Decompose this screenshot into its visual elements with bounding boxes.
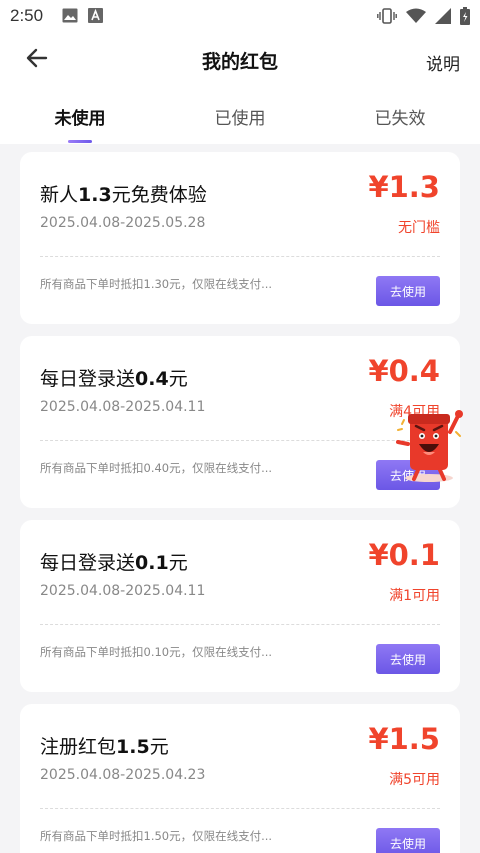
active-tab-indicator bbox=[68, 140, 92, 143]
battery-icon bbox=[460, 7, 470, 29]
coupon-card: 注册红包1.5元 2025.04.08-2025.04.23 ¥1.5 满5可用… bbox=[20, 704, 460, 853]
dashed-divider bbox=[40, 808, 440, 809]
coupon-validity: 2025.04.08-2025.05.28 bbox=[40, 215, 206, 231]
coupon-description: 所有商品下单时抵扣0.40元，仅限在线支付... bbox=[40, 461, 273, 475]
signal-icon bbox=[435, 8, 451, 28]
tab-used[interactable]: 已使用 bbox=[160, 104, 320, 129]
help-link[interactable]: 说明 bbox=[426, 50, 460, 75]
coupon-description: 所有商品下单时抵扣1.50元，仅限在线支付... bbox=[40, 829, 273, 843]
page-title: 我的红包 bbox=[201, 51, 278, 73]
coupon-amount: ¥1.3 bbox=[368, 170, 440, 204]
status-bar: 2:50 bbox=[0, 0, 480, 32]
coupon-name: 每日登录送0.1元 bbox=[40, 552, 188, 574]
coupon-condition: 满5可用 bbox=[389, 772, 440, 788]
tab-unused[interactable]: 未使用 bbox=[0, 104, 160, 129]
coupon-condition: 满1可用 bbox=[389, 588, 440, 604]
coupon-name: 每日登录送0.4元 bbox=[40, 368, 188, 390]
dashed-divider bbox=[40, 256, 440, 257]
dashed-divider bbox=[40, 624, 440, 625]
coupon-amount: ¥1.5 bbox=[368, 722, 440, 756]
coupon-name: 注册红包1.5元 bbox=[40, 736, 169, 758]
coupon-description: 所有商品下单时抵扣1.30元，仅限在线支付... bbox=[40, 277, 273, 291]
coupon-amount: ¥0.4 bbox=[368, 354, 440, 388]
coupon-validity: 2025.04.08-2025.04.11 bbox=[40, 399, 206, 415]
use-coupon-button[interactable]: 去使用 bbox=[376, 276, 440, 306]
coupon-validity: 2025.04.08-2025.04.23 bbox=[40, 767, 206, 783]
status-time: 2:50 bbox=[10, 6, 44, 25]
wifi-icon bbox=[406, 8, 426, 28]
gallery-icon bbox=[62, 8, 78, 27]
coupon-name: 新人1.3元免费体验 bbox=[40, 184, 207, 206]
coupon-condition: 无门槛 bbox=[398, 220, 440, 236]
coupon-validity: 2025.04.08-2025.04.11 bbox=[40, 583, 206, 599]
coupon-card: 新人1.3元免费体验 2025.04.08-2025.05.28 ¥1.3 无门… bbox=[20, 152, 460, 324]
top-app-bar: 我的红包 说明 bbox=[0, 32, 480, 88]
vibrate-icon bbox=[377, 8, 397, 28]
use-coupon-button[interactable]: 去使用 bbox=[376, 828, 440, 853]
tab-bar: 未使用 已使用 已失效 bbox=[0, 88, 480, 144]
coupon-amount: ¥0.1 bbox=[368, 538, 440, 572]
coupon-description: 所有商品下单时抵扣0.10元，仅限在线支付... bbox=[40, 645, 273, 659]
red-packet-mascot-icon[interactable] bbox=[394, 402, 464, 484]
use-coupon-button[interactable]: 去使用 bbox=[376, 644, 440, 674]
dashed-divider bbox=[40, 440, 440, 441]
tab-expired[interactable]: 已失效 bbox=[320, 104, 480, 129]
coupon-card: 每日登录送0.1元 2025.04.08-2025.04.11 ¥0.1 满1可… bbox=[20, 520, 460, 692]
app-notification-icon bbox=[88, 8, 103, 27]
